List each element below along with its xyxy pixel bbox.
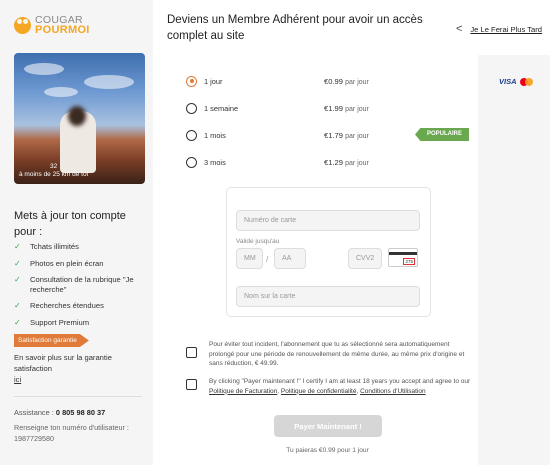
plan-price: €1.99 par jour [324,104,369,113]
billing-policy-link[interactable]: Politique de Facturation [209,388,277,395]
auto-renew-checkbox[interactable] [186,347,197,358]
cvv-input[interactable]: CVV2 [348,248,382,269]
radio[interactable] [186,129,197,141]
brand-name-line2: POURMOI [35,24,90,36]
check-icon: ✓ [14,275,21,284]
blurred-face [68,106,86,126]
user-number-block: Renseigne ton numéro d'utilisateur : 198… [14,423,149,444]
guarantee-link[interactable]: ici [14,375,21,384]
card-brands: VISA [499,77,533,86]
chevron-left-icon: < [455,23,463,35]
plan-option-1-jour[interactable]: 1 jour [186,74,223,88]
profile-distance: à moins de 25 km de toi [19,171,89,178]
payment-methods-panel [478,55,550,465]
expiry-label: Valide jusqu'au [236,238,280,245]
feature-list: ✓ Tchats illimités ✓ Photos en plein écran… [14,242,149,334]
radio[interactable] [186,156,197,168]
divider [14,396,142,397]
mastercard-icon [519,77,533,86]
feature-item: ✓ Tchats illimités [14,242,79,251]
card-name-input[interactable]: Nom sur la carte [236,286,420,307]
pay-now-button[interactable]: Payer Maintenant ! [274,415,382,437]
card-number-input[interactable]: Numéro de carte [236,210,420,231]
assistance-phone[interactable]: 0 805 98 80 37 [56,408,105,417]
check-icon: ✓ [14,317,21,327]
plan-price: €1.29 par jour [324,158,369,167]
radio[interactable] [186,102,197,114]
feature-item: ✓ Consultation de la rubrique "Je recherc… [14,275,134,294]
check-icon: ✓ [14,301,21,310]
plan-option-1-semaine[interactable]: 1 semaine [186,101,238,115]
conditions-link[interactable]: Conditions d'Utilisation [360,388,426,395]
radio-selected[interactable] [186,75,197,87]
pay-note: Tu paieras €0.99 pour 1 jour [286,447,369,454]
plan-option-1-mois[interactable]: 1 mois [186,128,226,142]
terms-checkbox[interactable] [186,379,197,390]
expiry-month-input[interactable]: MM [236,248,263,269]
plan-option-3-mois[interactable]: 3 mois [186,155,226,169]
feature-item: ✓ Support Premium [14,317,90,327]
user-number: 1987729580 [14,433,54,443]
expiry-year-input[interactable]: AA [274,248,306,269]
privacy-policy-link[interactable]: Politique de confidentialité [281,388,357,395]
auto-renew-text: Pour éviter tout incident, l'abonnement … [209,341,465,367]
profile-photo[interactable]: 32 à moins de 25 km de toi [14,53,145,184]
check-icon: ✓ [14,258,21,268]
upgrade-title: Mets à jour ton compte pour : [14,210,126,238]
feature-item: ✓ Photos en plein écran [14,258,104,268]
check-icon: ✓ [14,242,21,251]
satisfaction-badge: Satisfaction garantie [14,334,89,347]
guarantee-info: En savoir plus sur la garantie satisfact… [14,353,112,384]
visa-logo: VISA [499,77,517,86]
assistance-line: Assistance : 0 805 98 80 37 [14,408,106,417]
cat-logo-icon [14,16,31,34]
popular-badge: POPULAIRE [415,128,470,141]
plan-price: €0.99 par jour [324,77,369,86]
plan-price: €1.79 par jour [324,131,369,140]
later-link[interactable]: < Je Le Ferai Plus Tard [456,23,542,35]
photo-count: 32 [50,163,58,170]
cvv-hint-icon: 275 [388,248,418,267]
brand-logo[interactable]: COUGAR POURMOI [14,15,90,36]
terms-text: By clicking "Payer maintenant !" I certi… [209,378,471,395]
expiry-separator: / [266,255,269,264]
page-title: Deviens un Membre Adhérent pour avoir un… [167,14,423,42]
feature-item: ✓ Recherches étendues [14,301,104,310]
